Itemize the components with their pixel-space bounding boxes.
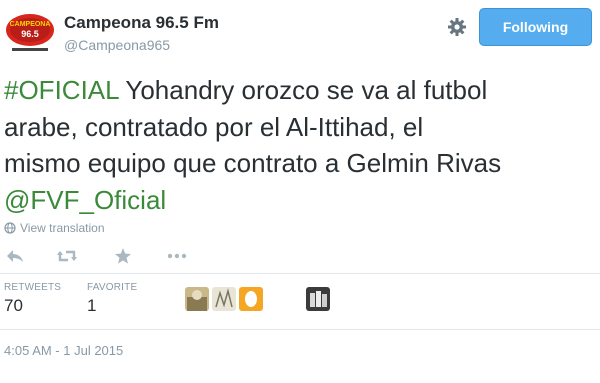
more-icon[interactable] xyxy=(166,245,188,267)
svg-text:CAMPEONA: CAMPEONA xyxy=(10,21,51,28)
following-button[interactable]: Following xyxy=(479,8,592,46)
hashtag-link[interactable]: #OFICIAL xyxy=(4,75,119,105)
tweet-line-1-text: Yohandry orozco se va al futbol xyxy=(118,75,488,105)
tweet-line-4: @FVF_Oficial xyxy=(4,182,594,219)
retweets-count: 70 xyxy=(4,296,23,315)
user-avatar[interactable] xyxy=(306,287,330,311)
view-translation-label: View translation xyxy=(20,221,105,235)
divider-top xyxy=(0,273,600,274)
mention-link[interactable]: @FVF_Oficial xyxy=(4,185,166,215)
campeona-logo: CAMPEONA 96.5 xyxy=(4,6,56,58)
favorites-label: FAVORITE xyxy=(87,282,138,293)
profile-name[interactable]: Campeona 96.5 Fm xyxy=(64,13,219,33)
tweet-line-2: arabe, contratado por el Al-Ittihad, el xyxy=(4,111,424,142)
user-avatar[interactable] xyxy=(185,287,209,311)
favorites-stat[interactable]: FAVORITE 1 xyxy=(87,282,137,316)
retweets-label: RETWEETS xyxy=(4,282,62,293)
retweet-icon[interactable] xyxy=(56,245,78,267)
user-avatar[interactable] xyxy=(212,287,236,311)
avatar[interactable]: CAMPEONA 96.5 xyxy=(4,6,56,58)
profile-handle[interactable]: @Campeona965 xyxy=(64,37,170,53)
svg-text:96.5: 96.5 xyxy=(21,29,39,39)
star-icon[interactable] xyxy=(112,245,134,267)
divider-bottom xyxy=(0,329,600,330)
tweet-line-1: #OFICIAL Yohandry orozco se va al futbol xyxy=(4,72,594,109)
view-translation-link[interactable]: View translation xyxy=(4,221,105,235)
tweet-text: #OFICIAL Yohandry orozco se va al futbol… xyxy=(4,72,594,218)
user-avatar[interactable] xyxy=(239,287,263,311)
reply-icon[interactable] xyxy=(4,245,26,267)
tweet-timestamp[interactable]: 4:05 AM - 1 Jul 2015 xyxy=(4,343,123,358)
gear-icon[interactable] xyxy=(444,14,470,40)
tweet-line-3: mismo equipo que contrato a Gelmin Rivas xyxy=(4,148,502,178)
favorites-count: 1 xyxy=(87,296,97,315)
retweets-stat[interactable]: RETWEETS 70 xyxy=(4,282,61,316)
globe-icon xyxy=(4,222,16,234)
